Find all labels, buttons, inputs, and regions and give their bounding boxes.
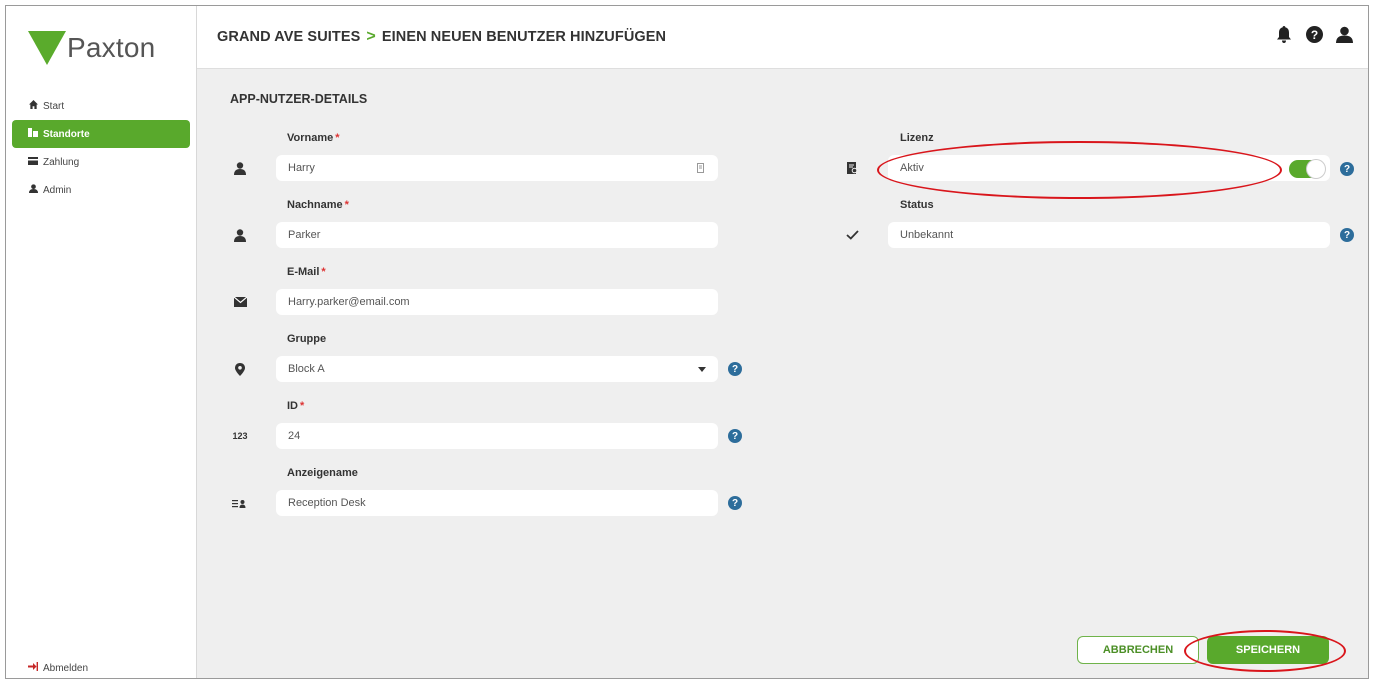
required-mark: * <box>344 199 349 211</box>
paxton-logo[interactable]: Paxton <box>28 28 155 68</box>
group-label: Gruppe <box>287 333 327 345</box>
required-mark: * <box>335 132 340 144</box>
lastname-label: Nachname * <box>287 199 349 211</box>
group-value: Block A <box>288 363 325 375</box>
person-icon <box>231 226 249 244</box>
firstname-label: Vorname * <box>287 132 340 144</box>
id-label: ID * <box>287 400 304 412</box>
display-name-value: Reception Desk <box>288 497 366 509</box>
svg-text:?: ? <box>1310 28 1317 42</box>
license-label: Lizenz <box>900 132 934 144</box>
save-button[interactable]: SPEICHERN <box>1207 636 1329 664</box>
id-value: 24 <box>288 430 301 442</box>
firstname-label-text: Vorname <box>287 132 334 144</box>
home-icon <box>28 100 38 112</box>
id-help-icon[interactable]: ? <box>728 429 742 443</box>
sidebar-nav: Start Standorte Zahlung Admin <box>6 92 196 204</box>
bell-icon[interactable] <box>1274 24 1294 44</box>
cancel-button[interactable]: ABBRECHEN <box>1077 636 1199 664</box>
status-help-icon[interactable]: ? <box>1340 228 1354 242</box>
breadcrumb-page: EINEN NEUEN BENUTZER HINZUFÜGEN <box>381 29 667 45</box>
group-select[interactable]: Block A <box>276 356 718 382</box>
breadcrumb-separator: > <box>366 28 376 45</box>
checkmark-icon <box>843 226 861 244</box>
license-field: Aktiv <box>888 155 1330 181</box>
top-header: GRAND AVE SUITES > EINEN NEUEN BENUTZER … <box>197 6 1368 69</box>
license-help-icon[interactable]: ? <box>1340 162 1354 176</box>
envelope-icon <box>231 293 249 311</box>
lastname-label-text: Nachname <box>287 199 343 211</box>
lastname-input[interactable]: Parker <box>276 222 718 248</box>
toggle-knob <box>1307 160 1325 178</box>
required-mark: * <box>321 266 326 278</box>
email-input[interactable]: Harry.parker@email.com <box>276 289 718 315</box>
header-icons: ? <box>1274 24 1354 44</box>
license-value: Aktiv <box>900 162 924 174</box>
status-value: Unbekannt <box>900 229 954 241</box>
email-label-text: E-Mail <box>287 266 320 278</box>
license-icon <box>843 159 861 177</box>
firstname-value: Harry <box>288 162 315 174</box>
logout-label: Abmelden <box>43 662 89 674</box>
display-name-help-icon[interactable]: ? <box>728 496 742 510</box>
firstname-input[interactable]: Harry <box>276 155 718 181</box>
sidebar-item-label: Standorte <box>43 128 90 140</box>
id-input[interactable]: 24 <box>276 423 718 449</box>
status-field: Unbekannt <box>888 222 1330 248</box>
sidebar-item-label: Zahlung <box>43 156 80 168</box>
license-toggle[interactable] <box>1289 160 1325 178</box>
sidebar-item-label: Admin <box>43 184 72 196</box>
chevron-down-icon <box>698 367 706 372</box>
sidebar-item-admin[interactable]: Admin <box>6 176 196 204</box>
sidebar-item-zahlung[interactable]: Zahlung <box>6 148 196 176</box>
sidebar-item-label: Start <box>43 100 65 112</box>
email-value: Harry.parker@email.com <box>288 296 410 308</box>
user-icon <box>28 184 38 196</box>
sidebar: Paxton Start Standorte Zahlung Admin Abm… <box>6 6 197 678</box>
section-title: APP-NUTZER-DETAILS <box>230 92 368 106</box>
breadcrumb-site[interactable]: GRAND AVE SUITES <box>217 29 360 45</box>
autofill-contact-icon[interactable] <box>697 163 704 176</box>
help-icon[interactable]: ? <box>1304 24 1324 44</box>
email-label: E-Mail * <box>287 266 326 278</box>
sidebar-item-standorte[interactable]: Standorte <box>12 120 190 148</box>
logo-text: Paxton <box>67 32 156 63</box>
number-icon: 123 <box>232 431 248 441</box>
payment-icon <box>28 156 38 168</box>
breadcrumb: GRAND AVE SUITES > EINEN NEUEN BENUTZER … <box>217 28 666 46</box>
display-name-label: Anzeigename <box>287 467 358 479</box>
account-icon[interactable] <box>1334 24 1354 44</box>
person-icon <box>231 159 249 177</box>
logout-link[interactable]: Abmelden <box>28 658 88 678</box>
required-mark: * <box>300 400 305 412</box>
status-label: Status <box>900 199 934 211</box>
lastname-value: Parker <box>288 229 321 241</box>
logout-icon <box>28 662 38 674</box>
id-label-text: ID <box>287 400 298 412</box>
display-name-icon <box>230 494 248 512</box>
logo-triangle-icon <box>28 31 66 65</box>
display-name-input[interactable]: Reception Desk <box>276 490 718 516</box>
group-help-icon[interactable]: ? <box>728 362 742 376</box>
sites-icon <box>28 128 38 140</box>
sidebar-item-start[interactable]: Start <box>6 92 196 120</box>
location-pin-icon <box>231 360 249 378</box>
app-window: Paxton Start Standorte Zahlung Admin Abm… <box>5 5 1369 679</box>
